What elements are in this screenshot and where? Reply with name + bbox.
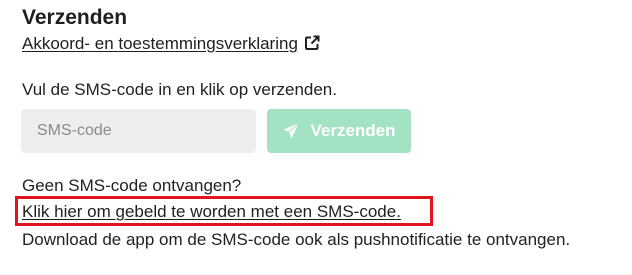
no-sms-text: Geen SMS-code ontvangen? (22, 176, 242, 195)
agreement-link[interactable]: Akkoord- en toestemmingsverklaring (22, 33, 320, 55)
send-button-label: Verzenden (310, 121, 396, 140)
sms-instruction: Vul de SMS-code in en klik op verzenden. (22, 80, 337, 99)
send-button[interactable]: Verzenden (267, 109, 411, 153)
agreement-link-label: Akkoord- en toestemmingsverklaring (22, 34, 298, 53)
call-me-link[interactable]: Klik hier om gebeld te worden met een SM… (22, 201, 401, 223)
download-app-text: Download de app om de SMS-code ook als p… (22, 230, 571, 249)
page-title: Verzenden (22, 6, 128, 29)
sms-code-input[interactable] (21, 109, 256, 153)
paper-plane-icon (283, 122, 300, 139)
external-link-icon (304, 35, 320, 50)
